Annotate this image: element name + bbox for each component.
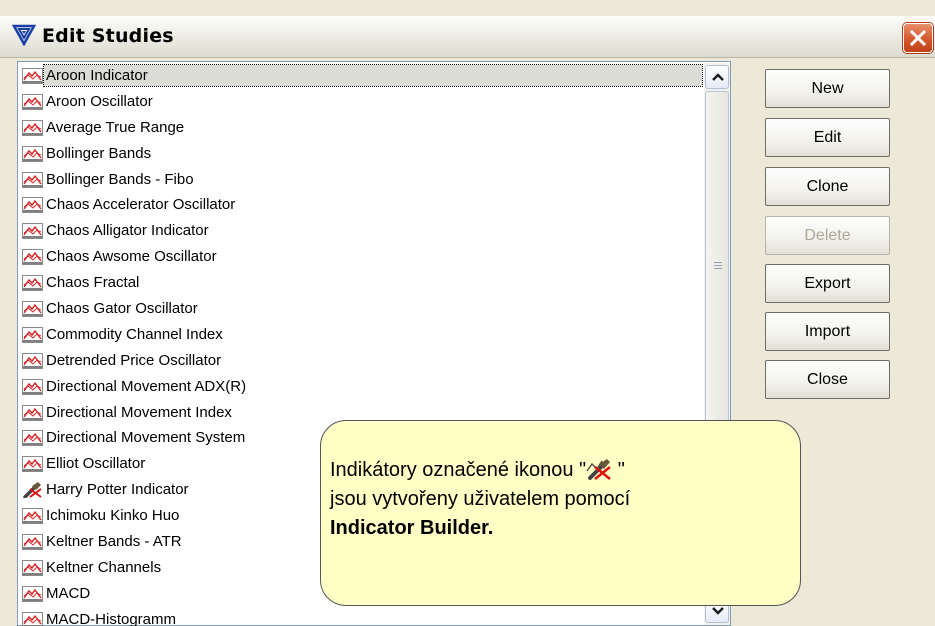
new-button[interactable]: New (765, 69, 890, 108)
study-chart-icon (22, 508, 43, 525)
study-chart-icon (22, 404, 43, 421)
study-logo-icon (12, 24, 36, 46)
list-item-label: Average True Range (46, 118, 185, 136)
study-chart-icon (22, 534, 43, 551)
study-chart-icon (22, 275, 43, 292)
close-button[interactable]: Close (765, 360, 890, 399)
study-chart-icon (22, 68, 43, 84)
list-item-label: Aroon Oscillator (46, 92, 153, 110)
edit-studies-dialog: Edit Studies Aroon Indicator Aroon Oscill… (0, 0, 935, 626)
study-chart-icon (22, 352, 43, 369)
study-chart-icon (22, 119, 43, 136)
list-item-label: Chaos Alligator Indicator (46, 222, 209, 240)
scroll-grip-icon (714, 262, 722, 269)
list-item-label: Commodity Channel Index (46, 325, 223, 343)
list-item-label: Directional Movement ADX(R) (46, 377, 247, 395)
list-item-label: Chaos Fractal (46, 274, 140, 292)
edit-button[interactable]: Edit (765, 118, 890, 157)
list-item[interactable]: Bollinger Bands - Fibo (20, 167, 704, 193)
study-chart-icon (22, 611, 43, 626)
scroll-up-button[interactable] (705, 65, 729, 89)
export-button[interactable]: Export (765, 264, 890, 303)
study-chart-icon (22, 223, 43, 240)
list-item[interactable]: Commodity Channel Index (20, 322, 704, 348)
list-item[interactable]: Chaos Awsome Oscillator (20, 244, 704, 270)
study-chart-icon (22, 93, 43, 110)
study-chart-icon (22, 585, 43, 602)
list-item[interactable]: Aroon Indicator (20, 63, 704, 89)
study-chart-icon (22, 430, 43, 447)
callout-line2: jsou vytvořeny uživatelem pomocí (330, 488, 631, 510)
list-item-label: MACD-Histogramm (46, 610, 177, 626)
window-title: Edit Studies (42, 25, 174, 47)
list-item[interactable]: Chaos Alligator Indicator (20, 218, 704, 244)
list-item-label: Chaos Gator Oscillator (46, 300, 198, 318)
callout-line1-start: Indikátory označené ikonou " (330, 459, 587, 481)
import-button[interactable]: Import (765, 312, 890, 351)
study-chart-icon (22, 301, 43, 318)
user-built-indicator-icon (23, 482, 42, 499)
list-item-label: Chaos Accelerator Oscillator (46, 196, 236, 214)
user-built-indicator-icon (586, 459, 611, 480)
study-chart-icon (22, 456, 43, 473)
list-item-label: Bollinger Bands - Fibo (46, 170, 194, 188)
study-chart-icon (22, 378, 43, 395)
callout-line3: Indicator Builder. (330, 517, 494, 539)
clone-button[interactable]: Clone (765, 167, 890, 206)
study-chart-icon (22, 559, 43, 576)
scroll-thumb[interactable] (705, 91, 729, 447)
list-item-label: Bollinger Bands (46, 144, 152, 162)
close-window-button[interactable] (903, 23, 933, 53)
study-chart-icon (22, 197, 43, 214)
list-item-label: Detrended Price Oscillator (46, 351, 222, 369)
chevron-up-icon (712, 73, 724, 81)
callout-line1-end: " (612, 459, 625, 481)
list-item[interactable]: Aroon Oscillator (20, 89, 704, 115)
list-item[interactable]: Chaos Accelerator Oscillator (20, 192, 704, 218)
list-item-label: Chaos Awsome Oscillator (46, 248, 217, 266)
list-item[interactable]: Bollinger Bands (20, 141, 704, 167)
list-item[interactable]: MACD-Histogramm (20, 607, 704, 626)
study-chart-icon (22, 249, 43, 266)
chevron-down-icon (712, 607, 724, 615)
list-item[interactable]: Chaos Gator Oscillator (20, 296, 704, 322)
study-chart-icon (22, 171, 43, 188)
close-icon (909, 29, 927, 47)
callout-text: Indikátory označené ikonou " " jsou vytv… (330, 456, 790, 543)
study-chart-icon (22, 145, 43, 162)
list-item[interactable]: Chaos Fractal (20, 270, 704, 296)
title-bar[interactable]: Edit Studies (0, 16, 935, 58)
list-item[interactable]: Detrended Price Oscillator (20, 348, 704, 374)
list-item-label: Aroon Indicator (43, 64, 703, 87)
study-chart-icon (22, 326, 43, 343)
list-item[interactable]: Directional Movement ADX(R) (20, 374, 704, 400)
delete-button[interactable]: Delete (765, 216, 890, 255)
list-item[interactable]: Average True Range (20, 115, 704, 141)
